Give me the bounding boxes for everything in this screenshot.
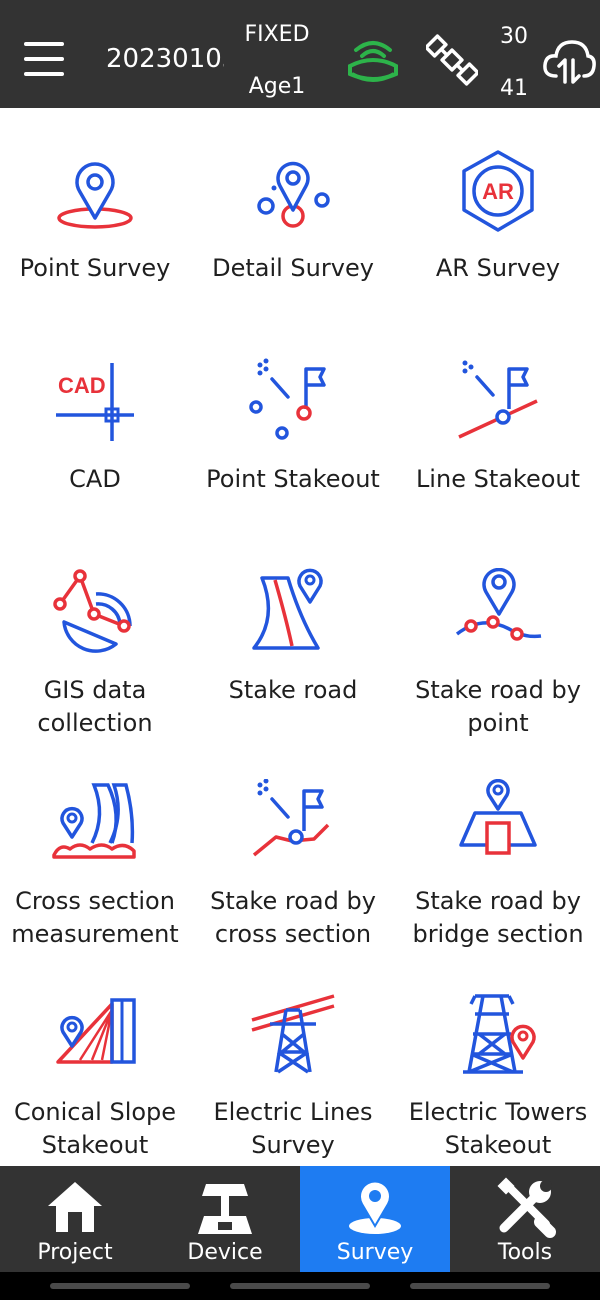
nav-label: Survey [336,1240,414,1265]
tile-conical-slope-stakeout[interactable]: Conical Slope Stakeout [0,960,190,1171]
tile-label: Point Survey [19,254,171,282]
project-name: 20230103 [106,44,224,74]
fix-status: FIXED [244,22,310,47]
status-bar: 20230103 FIXED Age1 30 41 [0,0,600,108]
tile-label: Point Stakeout [206,465,380,493]
ar-survey-icon: AR [462,150,534,232]
tile-electric-towers-stakeout[interactable]: Electric Towers Stakeout [396,960,600,1171]
tile-label: Electric Towers Stakeout [408,1098,588,1159]
nav-survey[interactable]: Survey [300,1166,450,1272]
tile-label: Stake road by cross section [210,887,376,948]
tile-point-stakeout[interactable]: Point Stakeout [190,327,396,538]
tile-electric-lines-survey[interactable]: Electric Lines Survey [190,960,396,1171]
receiver-status-icon[interactable] [346,36,400,86]
line-stakeout-icon [458,360,538,439]
tile-stake-road-by-cross-section[interactable]: Stake road by cross section [190,749,396,960]
tile-ar-survey[interactable]: AR AR Survey [396,116,600,327]
tile-cad[interactable]: CAD CAD [0,327,190,538]
stake-road-icon [252,568,323,650]
nav-project[interactable]: Project [0,1166,150,1272]
home-icon [48,1182,102,1232]
tile-label: CAD [69,465,121,493]
tile-stake-road[interactable]: Stake road [190,538,396,749]
svg-text:CAD: CAD [58,373,106,398]
stake-road-point-icon [455,568,542,641]
tile-stake-road-by-bridge-section[interactable]: Stake road by bridge section [396,749,600,960]
tile-label: Conical Slope Stakeout [13,1098,177,1159]
point-stakeout-icon [249,358,326,440]
tile-point-survey[interactable]: Point Survey [0,116,190,327]
satellite-icon[interactable] [426,34,478,86]
bottom-navigation: Project Device Survey Tools [0,1166,600,1272]
point-survey-icon [57,162,133,229]
tile-label: Stake road by point [415,676,581,737]
conical-slope-icon [56,998,136,1064]
tile-label: AR Survey [435,254,561,282]
tile-line-stakeout[interactable]: Line Stakeout [396,327,600,538]
system-gesture-bar [0,1272,600,1300]
nav-label: Tools [497,1240,553,1265]
gis-icon [53,569,132,653]
svg-text:AR: AR [482,179,514,204]
nav-label: Project [37,1240,113,1265]
cross-section-icon [52,783,136,859]
detail-survey-icon [257,161,330,228]
tile-gis-data-collection[interactable]: GIS data collection [0,538,190,749]
nav-device[interactable]: Device [150,1166,300,1272]
electric-lines-icon [251,994,335,1074]
tile-stake-road-by-point[interactable]: Stake road by point [396,538,600,749]
tile-label: Electric Lines Survey [213,1098,373,1159]
correction-age: Age1 [248,74,306,99]
survey-function-grid: Point Survey Detail Survey AR AR Survey … [0,108,600,1164]
tile-detail-survey[interactable]: Detail Survey [190,116,396,327]
tile-cross-section-measurement[interactable]: Cross section measurement [0,749,190,960]
cloud-sync-icon[interactable] [542,36,596,86]
satellites-used: 30 [500,24,528,49]
electric-towers-icon [463,994,536,1074]
tile-label: Cross section measurement [11,887,179,948]
menu-button[interactable] [24,40,66,80]
tile-label: GIS data collection [37,676,153,737]
tile-label: Detail Survey [212,254,374,282]
tools-icon [497,1177,556,1238]
stake-road-cross-icon [252,779,330,857]
cad-icon: CAD [56,363,134,441]
menu-icon [24,42,64,46]
survey-pin-icon [349,1180,401,1234]
receiver-icon [198,1184,252,1234]
nav-tools[interactable]: Tools [450,1166,600,1272]
tile-label: Stake road [228,676,358,704]
tile-label: Line Stakeout [415,465,581,493]
satellites-total: 41 [500,76,528,101]
bridge-section-icon [459,779,537,855]
nav-label: Device [187,1240,263,1265]
tile-label: Stake road by bridge section [412,887,584,948]
